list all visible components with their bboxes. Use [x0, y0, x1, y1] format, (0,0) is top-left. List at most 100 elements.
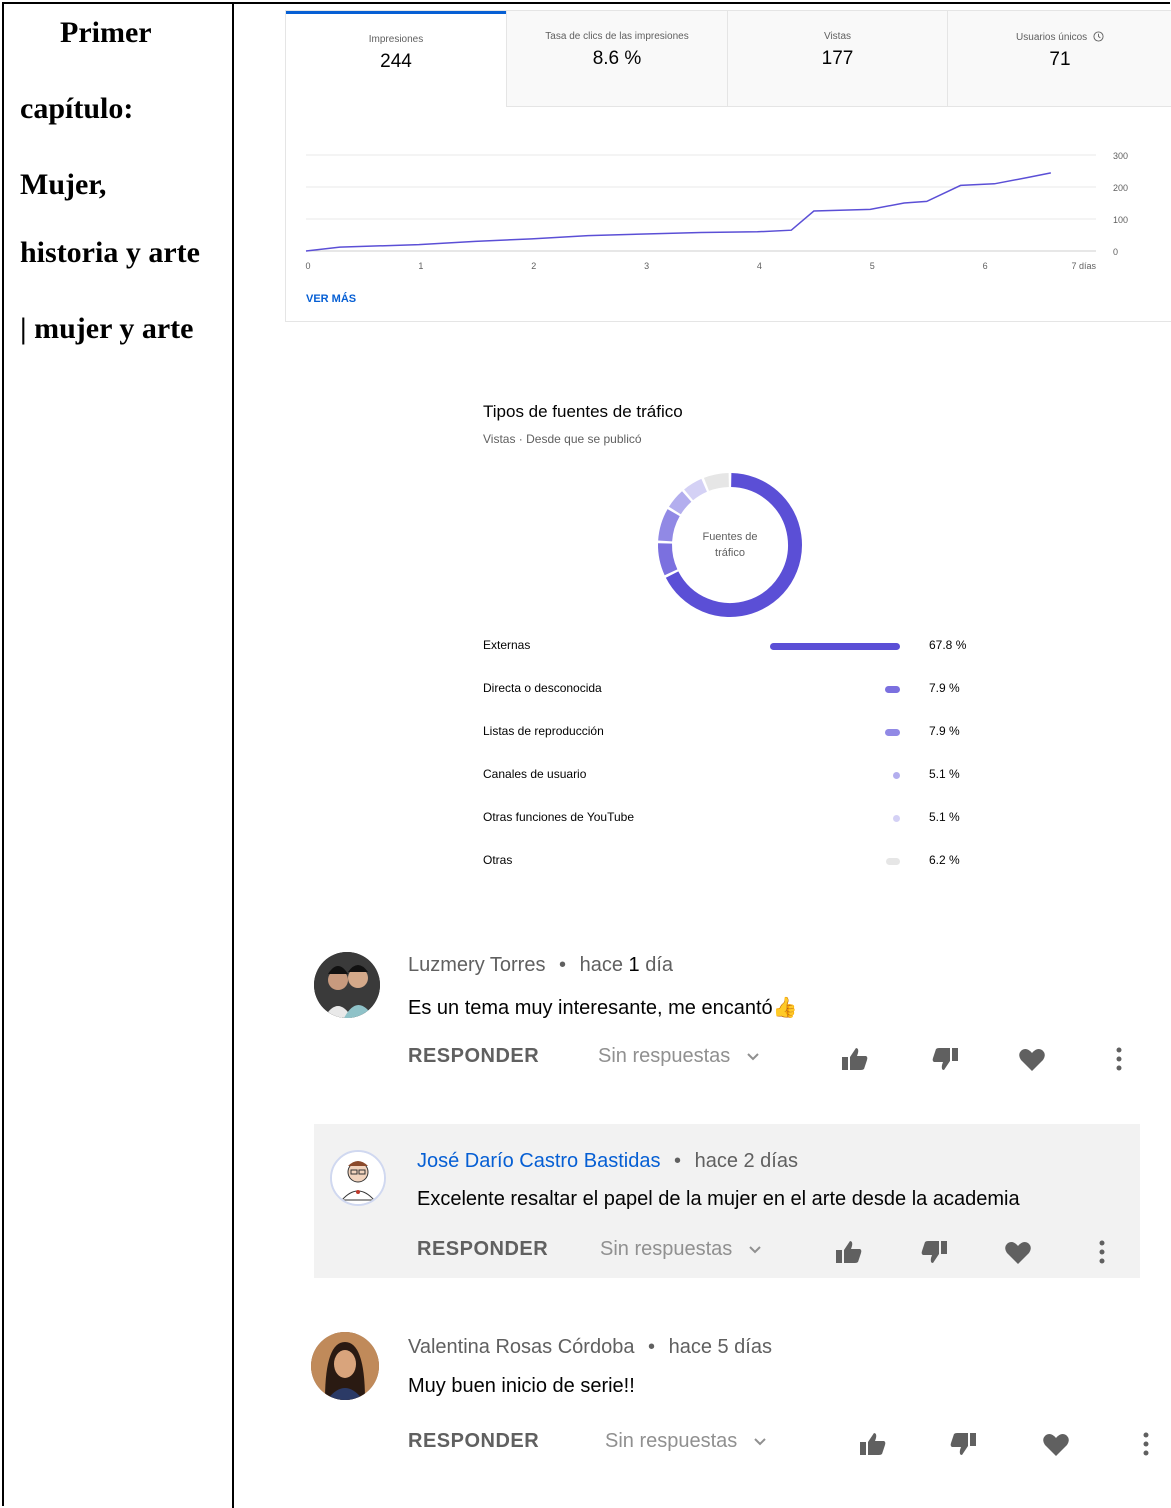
- donut-slice: [703, 473, 730, 492]
- comment-header: Valentina Rosas Córdoba • hace 5 días: [408, 1336, 772, 1359]
- traffic-source-row: Otras 6.2 %: [483, 853, 983, 873]
- x-tick-label: 5: [870, 261, 875, 271]
- comment: Valentina Rosas Córdoba • hace 5 días Mu…: [300, 1320, 1160, 1470]
- reply-button[interactable]: RESPONDER: [417, 1238, 548, 1261]
- comment-author[interactable]: Luzmery Torres: [408, 954, 545, 976]
- impressions-series-line: [305, 172, 1052, 252]
- thumbs-up-icon[interactable]: [834, 1239, 864, 1265]
- source-bar: [884, 686, 900, 693]
- comment-text: Muy buen inicio de serie!!: [408, 1375, 635, 1397]
- source-percent: 7.9 %: [929, 681, 960, 695]
- comment-time[interactable]: hace 2 días: [695, 1150, 798, 1172]
- heart-icon[interactable]: [1004, 1241, 1032, 1265]
- x-tick-label: 7 días: [1071, 261, 1096, 271]
- avatar[interactable]: [311, 1332, 379, 1400]
- source-percent: 5.1 %: [929, 767, 960, 781]
- traffic-source-row: Directa o desconocida 7.9 %: [483, 681, 983, 701]
- source-percent: 6.2 %: [929, 853, 960, 867]
- source-percent: 5.1 %: [929, 810, 960, 824]
- donut-slice: [684, 478, 708, 501]
- x-tick-label: 0: [305, 261, 310, 271]
- comment-author[interactable]: José Darío Castro Bastidas: [417, 1150, 660, 1172]
- traffic-sources-title: Tipos de fuentes de tráfico: [483, 402, 683, 421]
- title-line: | mujer y arte: [20, 312, 194, 345]
- thumbs-down-icon[interactable]: [919, 1239, 949, 1265]
- separator-dot: •: [559, 954, 567, 976]
- x-tick-label: 6: [983, 261, 988, 271]
- avatar-illustration-icon: [332, 1152, 384, 1204]
- heart-icon[interactable]: [1042, 1433, 1070, 1457]
- chevron-down-icon: [754, 1438, 766, 1446]
- thumbs-up-icon[interactable]: [858, 1431, 888, 1457]
- source-percent: 67.8 %: [929, 638, 967, 652]
- source-name: Otras funciones de YouTube: [483, 810, 634, 824]
- comment: Luzmery Torres • hace 1 día Es un tema m…: [300, 940, 1160, 1090]
- comment-time[interactable]: hace 1 día: [580, 954, 673, 976]
- source-name: Canales de usuario: [483, 767, 587, 781]
- comment-actions: RESPONDER Sin respuestas: [300, 1044, 1160, 1074]
- x-tick-label: 1: [418, 261, 423, 271]
- traffic-source-row: Otras funciones de YouTube 5.1 %: [483, 810, 983, 830]
- replies-toggle[interactable]: Sin respuestas: [605, 1430, 767, 1453]
- comment-actions: RESPONDER Sin respuestas: [300, 1429, 1160, 1459]
- heart-icon[interactable]: [1018, 1048, 1046, 1072]
- comment-text: Excelente resaltar el papel de la mujer …: [417, 1188, 1020, 1210]
- avatar[interactable]: [314, 952, 380, 1018]
- replies-toggle[interactable]: Sin respuestas: [598, 1045, 760, 1068]
- x-tick-label: 3: [644, 261, 649, 271]
- traffic-source-row: Listas de reproducción 7.9 %: [483, 724, 983, 744]
- donut-slice: [658, 543, 678, 576]
- source-name: Otras: [483, 853, 513, 867]
- comment-actions: RESPONDER Sin respuestas: [314, 1237, 1140, 1267]
- source-bar: [770, 643, 900, 650]
- thumbs-up-icon[interactable]: [840, 1046, 870, 1072]
- traffic-source-row: Canales de usuario 5.1 %: [483, 767, 983, 787]
- time-suffix: día: [639, 954, 674, 976]
- reply-button[interactable]: RESPONDER: [408, 1045, 539, 1068]
- x-tick-label: 4: [757, 261, 762, 271]
- impressions-line-chart: 0 100 200 300 0 1 2 3 4 5 6 7 días: [305, 151, 1128, 271]
- analytics-card: Impresiones 244 Tasa de clics de las imp…: [285, 10, 1171, 322]
- y-tick-label: 200: [1113, 183, 1128, 193]
- traffic-donut-chart: Fuentes de tráfico: [658, 473, 802, 617]
- comment: José Darío Castro Bastidas • hace 2 días…: [314, 1124, 1140, 1278]
- comment-time[interactable]: hace 5 días: [669, 1336, 772, 1358]
- see-more-link[interactable]: VER MÁS: [306, 293, 356, 305]
- replies-label: Sin respuestas: [605, 1430, 738, 1452]
- source-bar: [893, 815, 900, 822]
- reply-button[interactable]: RESPONDER: [408, 1430, 539, 1453]
- table-column-divider: [232, 2, 234, 1508]
- replies-label: Sin respuestas: [598, 1045, 731, 1067]
- title-line: capítulo:: [20, 92, 134, 125]
- time-number: 1: [628, 954, 640, 976]
- replies-label: Sin respuestas: [600, 1238, 733, 1260]
- title-line: historia y arte: [20, 236, 200, 269]
- y-tick-label: 0: [1113, 247, 1118, 257]
- replies-toggle[interactable]: Sin respuestas: [600, 1238, 762, 1261]
- thumbs-down-icon[interactable]: [948, 1431, 978, 1457]
- title-line: Mujer,: [20, 168, 107, 201]
- y-tick-label: 300: [1113, 151, 1128, 161]
- x-tick-label: 2: [531, 261, 536, 271]
- chevron-down-icon: [747, 1053, 759, 1061]
- title-line: Primer: [60, 16, 152, 49]
- more-options-icon[interactable]: [1098, 1239, 1106, 1265]
- donut-slice: [665, 473, 802, 617]
- chevron-down-icon: [749, 1246, 761, 1254]
- comment-text: Es un tema muy interesante, me encantó👍: [408, 997, 798, 1019]
- source-bar: [893, 772, 900, 779]
- separator-dot: •: [674, 1150, 682, 1172]
- comment-author[interactable]: Valentina Rosas Córdoba: [408, 1336, 634, 1358]
- traffic-source-row: Externas 67.8 %: [483, 638, 983, 658]
- donut-slice: [658, 509, 680, 542]
- more-options-icon[interactable]: [1142, 1431, 1150, 1457]
- comment-header: José Darío Castro Bastidas • hace 2 días: [417, 1150, 798, 1173]
- time-prefix: hace: [579, 954, 629, 976]
- source-name: Externas: [483, 638, 531, 652]
- avatar[interactable]: [330, 1150, 386, 1206]
- source-name: Directa o desconocida: [483, 681, 602, 695]
- source-percent: 7.9 %: [929, 724, 960, 738]
- thumbs-down-icon[interactable]: [930, 1046, 960, 1072]
- more-options-icon[interactable]: [1115, 1046, 1123, 1072]
- source-bar: [886, 858, 900, 865]
